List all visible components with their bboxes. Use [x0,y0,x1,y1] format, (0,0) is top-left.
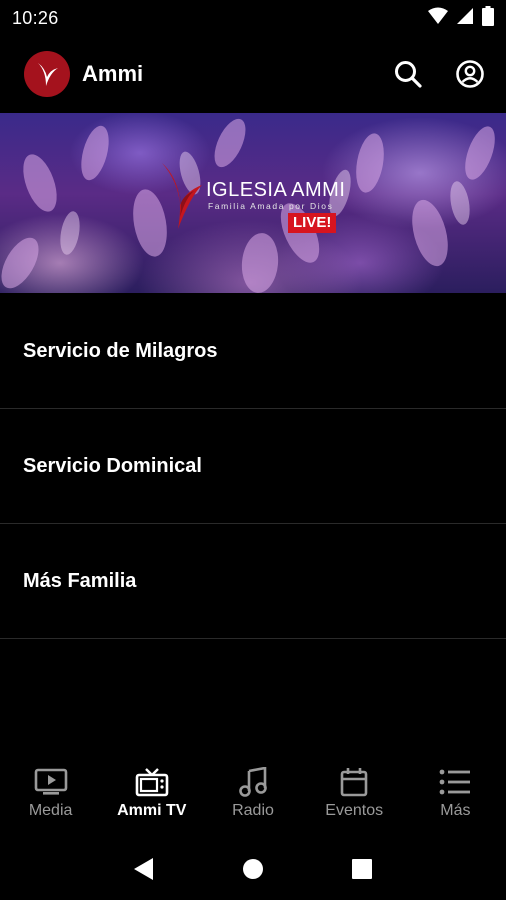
list-item-label: Servicio Dominical [23,454,202,477]
media-icon [34,766,68,798]
nav-label-eventos: Eventos [325,802,384,819]
nav-label-media: Media [28,802,73,819]
app-screen: 10:26 Ammi IGLESIA AMMI Familia Amada po… [0,0,506,900]
home-icon[interactable] [233,849,273,889]
list-item-label: Servicio de Milagros [23,339,218,362]
list-item-label: Más Familia [23,569,137,592]
search-icon[interactable] [392,58,424,90]
app-bar: Ammi [0,42,506,106]
nav-label-mas: Más [440,802,471,819]
iglesia-ammi-logo: IGLESIA AMMI Familia Amada por Dios LIVE… [156,157,356,237]
brand-tagline: Familia Amada por Dios [208,201,334,211]
ammi-logo[interactable] [24,51,70,97]
status-time: 10:26 [12,7,59,28]
app-actions [392,58,486,90]
system-navigation-bar [0,838,506,900]
nav-item-mas[interactable]: Más [405,760,506,830]
back-icon[interactable] [124,849,164,889]
list-item[interactable]: Servicio Dominical [0,409,506,524]
calendar-icon [340,766,368,798]
status-bar: 10:26 [0,0,506,36]
wifi-icon [428,7,448,30]
nav-item-eventos[interactable]: Eventos [304,760,405,830]
music-note-icon [239,766,267,798]
tv-icon [135,766,169,798]
nav-item-ammi-tv[interactable]: Ammi TV [101,760,202,830]
bottom-navigation: Media Ammi TV Radio Eventos Más [0,760,506,830]
ammi-flame-icon [162,163,202,229]
brand-name: IGLESIA AMMI [206,179,346,201]
list-icon [439,766,471,798]
channel-list: Servicio de Milagros Servicio Dominical … [0,294,506,639]
nav-item-radio[interactable]: Radio [202,760,303,830]
app-title: Ammi [82,61,144,86]
signal-icon [456,7,474,30]
nav-item-media[interactable]: Media [0,760,101,830]
list-item[interactable]: Servicio de Milagros [0,294,506,409]
live-banner[interactable]: IGLESIA AMMI Familia Amada por Dios LIVE… [0,113,506,293]
list-item[interactable]: Más Familia [0,524,506,639]
account-icon[interactable] [454,58,486,90]
live-badge: LIVE! [288,213,337,233]
nav-label-ammi-tv: Ammi TV [117,802,187,819]
status-icons [428,5,494,31]
nav-label-radio: Radio [232,802,274,819]
battery-icon [482,5,494,31]
recents-icon[interactable] [342,849,382,889]
